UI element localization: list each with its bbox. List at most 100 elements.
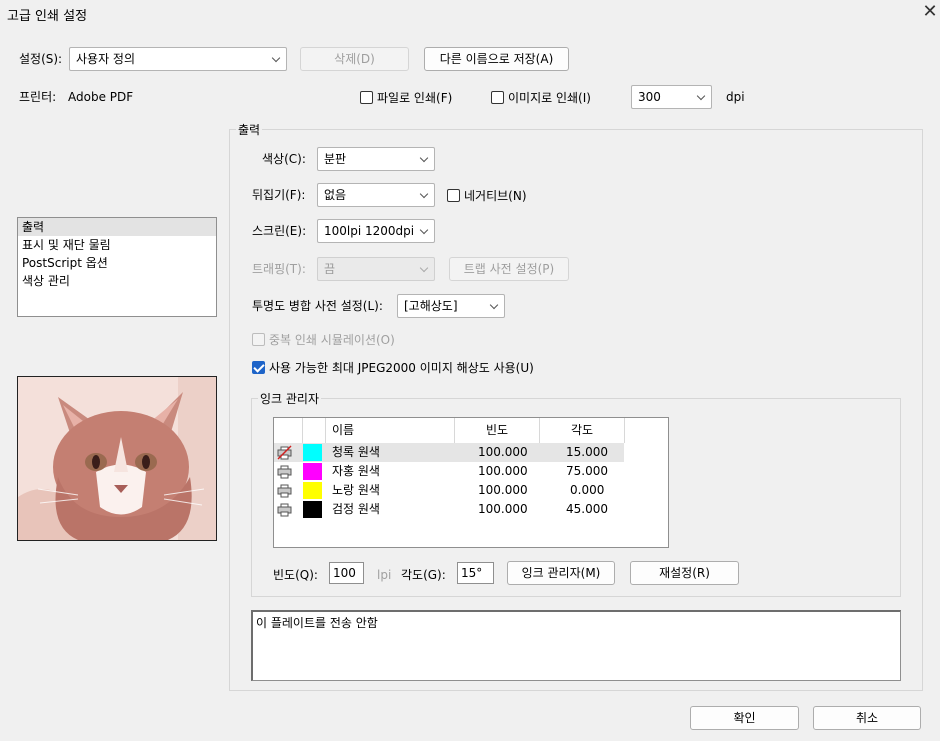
ink-frequency: 100.000 bbox=[478, 483, 528, 497]
ink-name: 노랑 원색 bbox=[332, 483, 380, 497]
ink-swatch bbox=[303, 463, 322, 480]
printer-icon[interactable] bbox=[277, 464, 292, 479]
negative-label: 네거티브(N) bbox=[464, 189, 527, 203]
trapping-select[interactable]: 끔 bbox=[317, 257, 435, 281]
chevron-down-icon bbox=[271, 53, 281, 63]
column-header-icon bbox=[274, 418, 303, 443]
chevron-down-icon bbox=[419, 225, 429, 235]
ink-name: 검정 원색 bbox=[332, 502, 380, 516]
ink-frequency: 100.000 bbox=[478, 445, 528, 459]
ink-row[interactable]: 청록 원색 100.000 15.000 bbox=[274, 443, 624, 462]
print-to-file-checkbox[interactable]: 파일로 인쇄(F) bbox=[360, 89, 452, 106]
ink-swatch bbox=[303, 444, 322, 461]
chevron-down-icon bbox=[419, 189, 429, 199]
ink-row[interactable]: 노랑 원색 100.000 0.000 bbox=[274, 481, 624, 500]
list-item-marks-bleeds[interactable]: 표시 및 재단 물림 bbox=[18, 236, 216, 254]
description-box: 이 플레이트를 전송 안함 bbox=[251, 610, 901, 681]
flip-select[interactable]: 없음 bbox=[317, 183, 435, 207]
ink-manager-group-title: 잉크 관리자 bbox=[258, 390, 322, 407]
ink-angle: 45.000 bbox=[566, 502, 608, 516]
flip-value: 없음 bbox=[324, 188, 347, 202]
checkbox-checked[interactable] bbox=[252, 361, 265, 374]
description-text: 이 플레이트를 전송 안함 bbox=[256, 616, 378, 630]
ink-name: 청록 원색 bbox=[332, 445, 380, 459]
close-icon[interactable]: ✕ bbox=[921, 2, 939, 22]
trapping-label: 트래핑(T): bbox=[252, 262, 306, 276]
cancel-button[interactable]: 취소 bbox=[813, 706, 921, 730]
color-select[interactable]: 분판 bbox=[317, 147, 435, 171]
ink-row[interactable]: 자홍 원색 100.000 75.000 bbox=[274, 462, 624, 481]
screen-select[interactable]: 100lpi 1200dpi bbox=[317, 219, 435, 243]
dpi-value: 300 bbox=[638, 90, 661, 104]
printer-label: 프린터: bbox=[19, 90, 57, 104]
print-to-file-label: 파일로 인쇄(F) bbox=[377, 91, 453, 105]
list-item-output[interactable]: 출력 bbox=[18, 218, 216, 236]
preview-image bbox=[17, 376, 217, 541]
ink-name: 자홍 원색 bbox=[332, 464, 380, 478]
color-label: 색상(C): bbox=[262, 152, 306, 166]
transparency-value: [고해상도] bbox=[404, 299, 458, 313]
checkbox-box[interactable] bbox=[447, 189, 460, 202]
ink-angle: 75.000 bbox=[566, 464, 608, 478]
screen-label: 스크린(E): bbox=[252, 224, 307, 238]
ink-swatch bbox=[303, 501, 322, 518]
printer-name: Adobe PDF bbox=[68, 90, 134, 104]
ok-button[interactable]: 확인 bbox=[690, 706, 799, 730]
trapping-value: 끔 bbox=[324, 262, 336, 276]
column-header-angle[interactable]: 각도 bbox=[540, 418, 625, 443]
reset-button[interactable]: 재설정(R) bbox=[630, 561, 739, 585]
category-list[interactable]: 출력 표시 및 재단 물림 PostScript 옵션 색상 관리 bbox=[17, 217, 217, 317]
column-header-frequency[interactable]: 빈도 bbox=[455, 418, 540, 443]
ink-swatch bbox=[303, 482, 322, 499]
dpi-select[interactable]: 300 bbox=[631, 85, 712, 109]
output-group-title: 출력 bbox=[236, 121, 263, 138]
ink-angle: 15.000 bbox=[566, 445, 608, 459]
settings-value: 사용자 정의 bbox=[76, 52, 136, 66]
ink-table[interactable]: 이름 빈도 각도 청록 원색 100.000 15.000 자홍 원색 100.… bbox=[273, 417, 669, 548]
list-item-color-management[interactable]: 색상 관리 bbox=[18, 272, 216, 290]
simulate-overprint-label: 중복 인쇄 시뮬레이션(O) bbox=[269, 333, 395, 347]
jpeg2000-checkbox[interactable]: 사용 가능한 최대 JPEG2000 이미지 해상도 사용(U) bbox=[252, 359, 534, 376]
color-value: 분판 bbox=[324, 152, 347, 166]
column-header-name[interactable]: 이름 bbox=[326, 418, 455, 443]
column-header-swatch bbox=[303, 418, 326, 443]
ink-frequency: 100.000 bbox=[478, 464, 528, 478]
transparency-label: 투명도 병합 사전 설정(L): bbox=[252, 299, 383, 313]
transparency-select[interactable]: [고해상도] bbox=[397, 294, 505, 318]
checkbox-box[interactable] bbox=[360, 91, 373, 104]
chevron-down-icon bbox=[489, 300, 499, 310]
jpeg2000-label: 사용 가능한 최대 JPEG2000 이미지 해상도 사용(U) bbox=[269, 361, 534, 375]
negative-checkbox[interactable]: 네거티브(N) bbox=[447, 187, 527, 204]
settings-select[interactable]: 사용자 정의 bbox=[69, 47, 287, 71]
chevron-down-icon bbox=[696, 91, 706, 101]
simulate-overprint-checkbox[interactable]: 중복 인쇄 시뮬레이션(O) bbox=[252, 331, 395, 348]
frequency-label: 빈도(Q): bbox=[273, 568, 318, 582]
settings-label: 설정(S): bbox=[19, 52, 63, 66]
chevron-down-icon bbox=[419, 153, 429, 163]
printer-disabled-icon[interactable] bbox=[277, 445, 292, 460]
print-as-image-checkbox[interactable]: 이미지로 인쇄(I) bbox=[491, 89, 591, 106]
list-item-postscript-options[interactable]: PostScript 옵션 bbox=[18, 254, 216, 272]
window-title: 고급 인쇄 설정 bbox=[7, 9, 88, 24]
cat-preview-illustration bbox=[18, 377, 216, 540]
save-as-button[interactable]: 다른 이름으로 저장(A) bbox=[424, 47, 569, 71]
trap-presets-button[interactable]: 트랩 사전 설정(P) bbox=[449, 257, 569, 281]
angle-input[interactable]: 15° bbox=[457, 562, 494, 584]
delete-button[interactable]: 삭제(D) bbox=[300, 47, 409, 71]
flip-label: 뒤집기(F): bbox=[252, 188, 306, 202]
checkbox-box[interactable] bbox=[252, 333, 265, 346]
printer-icon[interactable] bbox=[277, 502, 292, 517]
print-as-image-label: 이미지로 인쇄(I) bbox=[508, 91, 591, 105]
dpi-unit: dpi bbox=[726, 90, 745, 104]
screen-value: 100lpi 1200dpi bbox=[324, 224, 415, 238]
ink-frequency: 100.000 bbox=[478, 502, 528, 516]
frequency-unit: lpi bbox=[377, 568, 392, 582]
printer-icon[interactable] bbox=[277, 483, 292, 498]
frequency-input[interactable]: 100 bbox=[329, 562, 364, 584]
ink-manager-button[interactable]: 잉크 관리자(M) bbox=[507, 561, 615, 585]
chevron-down-icon bbox=[419, 263, 429, 273]
checkbox-box[interactable] bbox=[491, 91, 504, 104]
ink-angle: 0.000 bbox=[570, 483, 605, 497]
angle-label: 각도(G): bbox=[401, 568, 446, 582]
ink-row[interactable]: 검정 원색 100.000 45.000 bbox=[274, 500, 624, 519]
